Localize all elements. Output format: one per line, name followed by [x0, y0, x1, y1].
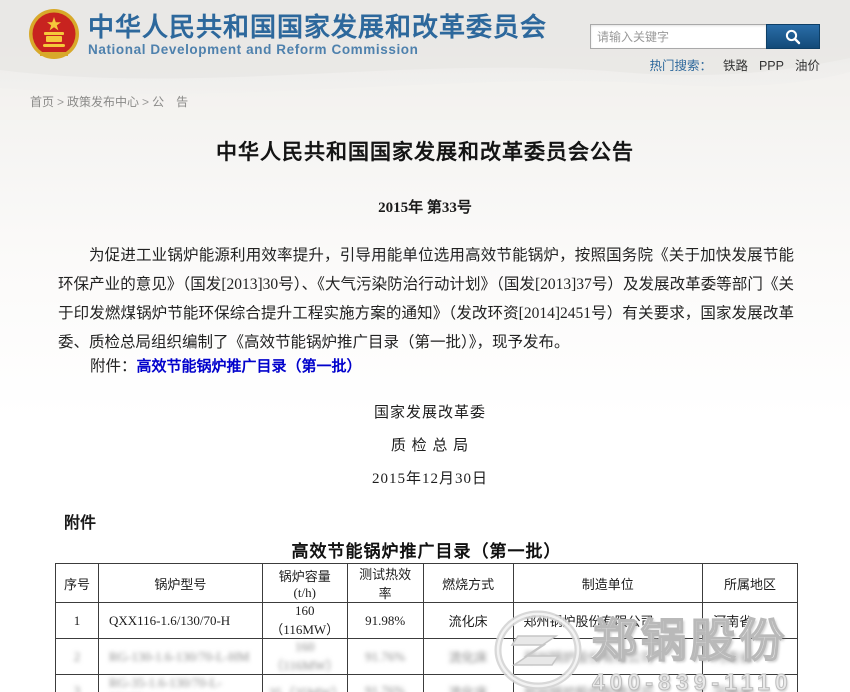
hot-keyword[interactable]: 铁路: [723, 59, 748, 73]
signer-ndrc: 国家发展改革委: [325, 401, 535, 422]
site-title-chinese: 中华人民共和国国家发展和改革委员会: [88, 13, 547, 41]
table-header-cell: 测试热效率: [347, 564, 423, 603]
table-row: 2RG-130-1.6-130/70-L-HM160（116MW）91.76%流…: [56, 639, 798, 675]
breadcrumb-separator: >: [57, 95, 64, 109]
announcement-title: 中华人民共和国国家发展和改革委员会公告: [0, 136, 850, 166]
table-cell: 160（116MW）: [262, 603, 347, 639]
breadcrumb: 首页>政策发布中心>公 告: [30, 93, 188, 110]
table-cell: 1: [56, 603, 99, 639]
table-cell: 郑州锅炉股份有限公司: [513, 675, 703, 692]
table-cell: 91.76%: [347, 639, 423, 675]
table-header-cell: 所属地区: [703, 564, 798, 603]
announcement-number: 2015年 第33号: [0, 196, 850, 217]
table-header-row: 序号锅炉型号锅炉容量(t/h)测试热效率燃烧方式制造单位所属地区: [56, 564, 798, 603]
table-cell: 流化床: [423, 675, 513, 692]
table-cell: 郑州锅炉股份有限公司: [513, 603, 703, 639]
search-button[interactable]: [766, 24, 820, 49]
table-row: 1QXX116-1.6/130/70-H160（116MW）91.98%流化床郑…: [56, 603, 798, 639]
search-icon: [785, 29, 801, 45]
breadcrumb-item: 公 告: [152, 95, 188, 109]
attachment-label: 附件：: [90, 358, 137, 375]
table-cell: 河南省: [703, 675, 798, 692]
table-header-cell: 锅炉容量(t/h): [262, 564, 347, 603]
table-cell: 郑州锅炉股份有限公司: [513, 639, 703, 675]
table-cell: RG-130-1.6-130/70-L-HM: [98, 639, 262, 675]
table-cell: 流化床: [423, 639, 513, 675]
table-cell: 3: [56, 675, 99, 692]
national-emblem-icon: [27, 8, 81, 62]
attachment-line: 附件：高效节能锅炉推广目录（第一批）: [90, 354, 362, 376]
hot-keyword[interactable]: PPP: [759, 59, 784, 73]
table-cell: 91.98%: [347, 603, 423, 639]
table-cell: 91.76%: [347, 675, 423, 692]
signer-aqsiq: 质 检 总 局: [325, 434, 535, 455]
signature-block: 国家发展改革委 质 检 总 局 2015年12月30日: [325, 401, 535, 500]
signature-date: 2015年12月30日: [325, 467, 535, 488]
site-header: 中华人民共和国国家发展和改革委员会 National Development a…: [0, 0, 850, 92]
table-header-cell: 制造单位: [513, 564, 703, 603]
attachment-section-label: 附件: [64, 509, 96, 533]
hot-keywords: 铁路 PPP 油价: [712, 59, 820, 73]
boiler-catalog-table: 序号锅炉型号锅炉容量(t/h)测试热效率燃烧方式制造单位所属地区 1QXX116…: [55, 563, 798, 692]
hot-keyword[interactable]: 油价: [795, 59, 820, 73]
table-row: 3RG-35-1.6-130/70-L-HK(II)35（35MW）91.76%…: [56, 675, 798, 692]
page: 中华人民共和国国家发展和改革委员会 National Development a…: [0, 0, 850, 692]
catalog-table-title: 高效节能锅炉推广目录（第一批）: [55, 537, 798, 562]
table-cell: 160（116MW）: [262, 639, 347, 675]
table-cell: 河南省: [703, 639, 798, 675]
table-cell: RG-35-1.6-130/70-L-HK(II): [98, 675, 262, 692]
announcement-paragraph: 为促进工业锅炉能源利用效率提升，引导用能单位选用高效节能锅炉，按照国务院《关于加…: [58, 241, 794, 357]
breadcrumb-item[interactable]: 首页: [30, 95, 54, 109]
search-area: 热门搜索： 铁路 PPP 油价: [590, 24, 820, 74]
table-cell: 35（35MW）: [262, 675, 347, 692]
table-cell: 流化床: [423, 603, 513, 639]
hot-search-label: 热门搜索：: [649, 59, 712, 73]
table-header-cell: 燃烧方式: [423, 564, 513, 603]
hot-search-row: 热门搜索： 铁路 PPP 油价: [590, 55, 820, 74]
search-input[interactable]: [590, 24, 766, 49]
table-cell: QXX116-1.6/130/70-H: [98, 603, 262, 639]
attachment-link[interactable]: 高效节能锅炉推广目录（第一批）: [137, 358, 362, 375]
site-title-english: National Development and Reform Commissi…: [88, 42, 547, 57]
breadcrumb-separator: >: [142, 95, 149, 109]
table-header-cell: 序号: [56, 564, 99, 603]
table-cell: 河南省: [703, 603, 798, 639]
table-header-cell: 锅炉型号: [98, 564, 262, 603]
breadcrumb-item[interactable]: 政策发布中心: [67, 95, 139, 109]
table-cell: 2: [56, 639, 99, 675]
